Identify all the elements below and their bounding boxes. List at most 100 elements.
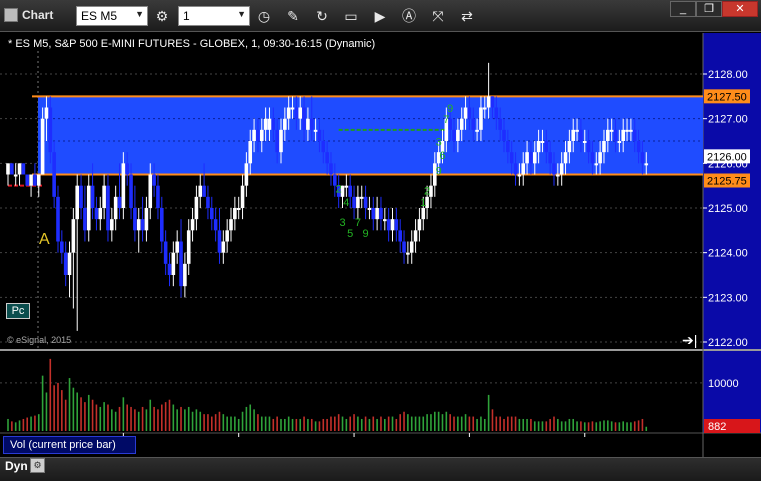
volume-study-label[interactable]: Vol (current price bar) xyxy=(3,436,136,454)
play-icon[interactable]: ▶ xyxy=(370,6,390,26)
price-bar-body xyxy=(625,129,629,132)
count-label: 2 xyxy=(336,183,342,195)
price-bar-body xyxy=(121,163,126,208)
price-bar-body xyxy=(509,152,514,164)
price-bar-body xyxy=(579,129,583,141)
price-label-text: 2126.00 xyxy=(707,151,747,163)
price-bar-body xyxy=(586,141,591,153)
price-bar-body xyxy=(125,163,129,175)
price-bar-body xyxy=(521,163,526,175)
price-bar-body xyxy=(398,230,402,242)
link-icon[interactable]: ⤧ xyxy=(428,6,448,26)
chart-symbol-header: * ES M5, S&P 500 E-MINI FUTURES - GLOBEX… xyxy=(8,38,376,50)
price-chart[interactable]: 243 75 92196379 2128.002127.002126.002125.… xyxy=(0,33,761,457)
scroll-to-end-icon[interactable]: ➔| xyxy=(682,332,697,349)
price-bar-body xyxy=(190,219,195,231)
count-label: 4 xyxy=(343,197,349,209)
close-button[interactable]: ✕ xyxy=(722,1,758,17)
price-bar-body xyxy=(544,141,549,153)
minimize-button[interactable]: _ xyxy=(670,1,696,17)
chevron-down-icon: ▼ xyxy=(135,9,144,19)
price-bar-body xyxy=(352,196,356,208)
price-tick-label: 2125.00 xyxy=(708,203,748,215)
count-label: 1 xyxy=(420,197,426,209)
price-bar-body xyxy=(421,208,426,220)
price-bar-body xyxy=(213,219,218,231)
price-bar-body xyxy=(33,174,37,186)
price-bar-body xyxy=(86,185,91,231)
price-bar-body xyxy=(517,174,522,177)
price-bar-body xyxy=(48,107,53,153)
price-bar-body xyxy=(110,219,114,231)
price-bar-body xyxy=(271,118,276,130)
transfer-icon[interactable]: ⇄ xyxy=(457,6,477,26)
price-tick-label: 2124.00 xyxy=(708,248,748,260)
price-bar-body xyxy=(563,152,568,164)
price-tick-label: 2122.00 xyxy=(708,337,748,349)
price-bar-body xyxy=(294,107,299,119)
price-bar-body xyxy=(540,141,545,143)
price-bar-body xyxy=(621,129,625,141)
marker-a-label: A xyxy=(39,231,50,248)
price-bar-body xyxy=(609,129,614,132)
symbol-input[interactable]: ES M5 ▼ xyxy=(76,6,148,26)
price-bar-body xyxy=(52,152,56,197)
price-bar-body xyxy=(617,141,622,143)
alert-icon[interactable]: Ⓐ xyxy=(399,6,419,26)
dyn-label[interactable]: Dyn xyxy=(5,459,28,473)
price-bar-body xyxy=(156,185,160,208)
price-bar-body xyxy=(183,263,187,287)
clock-icon[interactable]: ◷ xyxy=(254,6,274,26)
price-bar-body xyxy=(402,241,406,253)
channel-band xyxy=(32,95,703,176)
copyright-label: © eSignal, 2015 xyxy=(7,335,72,345)
price-bar-body xyxy=(21,163,26,175)
price-bar-body xyxy=(240,185,245,208)
price-bar-body xyxy=(456,129,460,141)
refresh-settings-icon[interactable]: ⚙ xyxy=(152,6,172,26)
price-bar-body xyxy=(98,208,103,220)
price-bar-body xyxy=(344,185,349,188)
price-tick-label: 2123.00 xyxy=(708,292,748,304)
price-bar-body xyxy=(44,107,49,119)
pencil-icon[interactable]: ✎ xyxy=(283,6,303,26)
price-bar-body xyxy=(90,185,95,208)
price-bar-body xyxy=(129,174,133,208)
price-bar-body xyxy=(636,141,641,153)
price-bar-body xyxy=(606,129,610,141)
price-bar-body xyxy=(502,129,506,141)
price-bar-body xyxy=(136,219,141,231)
price-bar-body xyxy=(75,185,80,220)
price-bar-body xyxy=(482,107,487,110)
price-bar-body xyxy=(256,129,260,141)
pc-badge[interactable]: Pc xyxy=(6,303,30,319)
interval-input[interactable]: 1 ▼ xyxy=(178,6,250,26)
price-bar-body xyxy=(10,163,14,175)
price-bar-body xyxy=(298,107,303,119)
price-bar-body xyxy=(348,185,353,197)
chart-app-icon xyxy=(4,8,18,22)
price-bar-body xyxy=(102,185,106,208)
count-label: 9 xyxy=(447,103,453,115)
price-bar-body xyxy=(506,141,510,153)
price-bar-body xyxy=(317,129,322,141)
price-bar-body xyxy=(559,163,564,175)
price-bar-body xyxy=(536,141,541,153)
price-bar-body xyxy=(567,141,572,153)
line-tool-icon[interactable]: ↻ xyxy=(312,6,332,26)
price-label-text: 2127.50 xyxy=(707,91,747,103)
price-bar-body xyxy=(494,107,499,119)
price-bar-body xyxy=(302,107,306,130)
window-title: Chart xyxy=(22,8,54,22)
ribbon-tool-icon[interactable]: ▭ xyxy=(341,6,361,26)
price-bar-body xyxy=(83,208,87,231)
price-bar-body xyxy=(386,219,391,231)
dyn-settings-icon[interactable]: ⚙ xyxy=(30,458,45,473)
price-bar-body xyxy=(202,185,206,197)
price-bar-body xyxy=(40,118,45,175)
price-bar-body xyxy=(406,252,410,255)
restore-button[interactable]: ❐ xyxy=(696,1,722,17)
price-bar-body xyxy=(467,107,472,119)
price-bar-body xyxy=(229,219,233,231)
price-bar-body xyxy=(279,129,283,153)
